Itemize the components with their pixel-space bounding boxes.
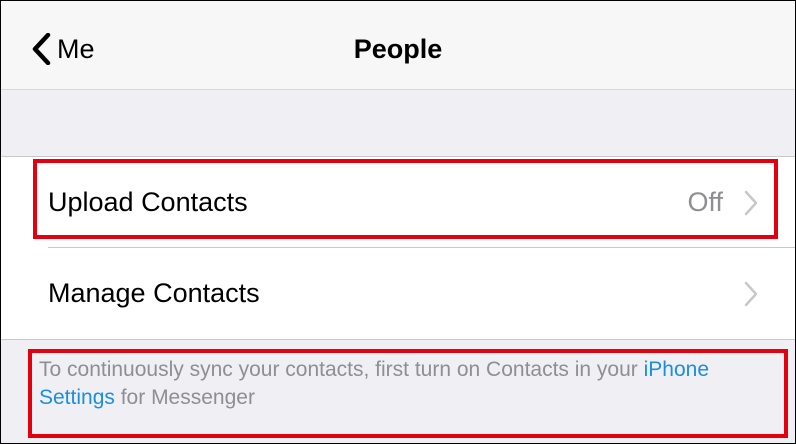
manage-contacts-label: Manage Contacts: [48, 278, 260, 308]
footer-text-after: for Messenger: [114, 386, 255, 409]
manage-contacts-row[interactable]: Manage Contacts: [1, 248, 795, 339]
chevron-right-icon: [744, 281, 758, 306]
chevron-right-icon: [744, 190, 758, 215]
upload-contacts-row[interactable]: Upload Contacts Off: [1, 157, 795, 248]
screen: Me People Upload Contacts Off Manage Con…: [0, 0, 796, 444]
navigation-bar: Me People: [1, 1, 795, 90]
settings-list: Upload Contacts Off Manage Contacts: [1, 156, 795, 340]
section-spacer: [1, 90, 795, 156]
upload-contacts-value: Off: [687, 187, 723, 217]
footer-note: To continuously sync your contacts, firs…: [35, 356, 789, 412]
upload-contacts-label: Upload Contacts: [48, 187, 248, 217]
page-title: People: [353, 34, 443, 64]
footer-text-before: To continuously sync your contacts, firs…: [39, 358, 644, 381]
